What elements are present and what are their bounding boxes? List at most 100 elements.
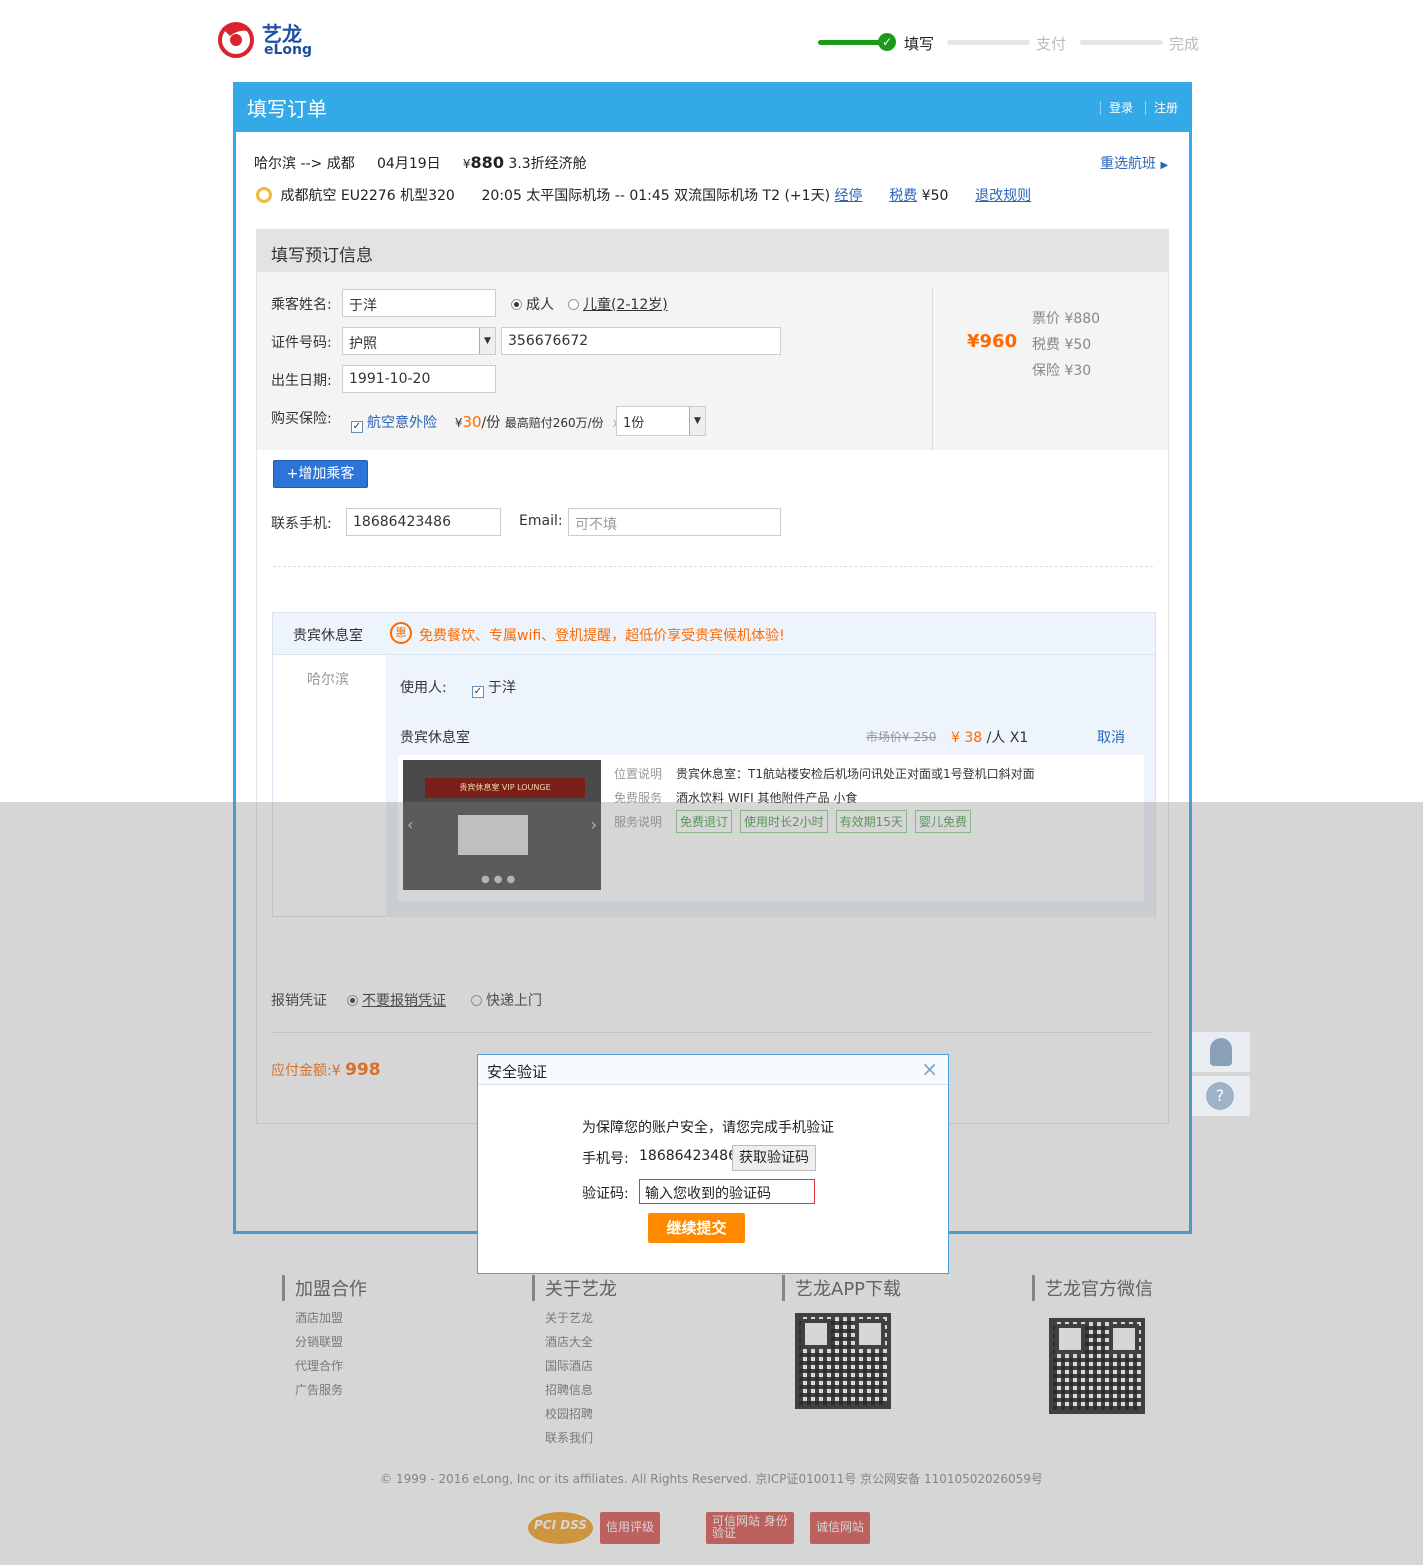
continue-submit-button[interactable]: 继续提交 bbox=[648, 1213, 745, 1243]
login-link[interactable]: 登录 bbox=[1100, 101, 1134, 115]
divider bbox=[273, 566, 1153, 567]
panel-header: 填写订单 登录 注册 bbox=[233, 82, 1192, 132]
passenger-name-input[interactable]: 于洋 bbox=[342, 289, 496, 317]
phone-label: 联系手机: bbox=[271, 516, 332, 532]
price-summary: ¥960 票价 ¥880 税费 ¥50 保险 ¥30 bbox=[932, 288, 1168, 450]
account-links: 登录 注册 bbox=[1092, 99, 1178, 116]
add-passenger-button[interactable]: +增加乘客 bbox=[273, 460, 368, 488]
stopover-link[interactable]: 经停 bbox=[835, 188, 863, 204]
help-icon: ? bbox=[1206, 1082, 1234, 1110]
verification-code-input[interactable]: 输入您收到的验证码 bbox=[639, 1179, 815, 1204]
customer-service-button[interactable] bbox=[1192, 1032, 1250, 1072]
radio-off-icon bbox=[568, 299, 579, 310]
vip-city: 哈尔滨 bbox=[307, 672, 349, 688]
adult-radio[interactable]: 成人 bbox=[511, 294, 554, 314]
step-fill: 填写 bbox=[904, 35, 935, 53]
tax-link[interactable]: 税费 bbox=[889, 188, 917, 204]
checkbox-checked-icon: ✓ bbox=[351, 421, 363, 433]
insurance-qty-value: 1份 bbox=[623, 416, 645, 431]
reselect-flight-link[interactable]: 重选航班 ▶ bbox=[1100, 153, 1168, 173]
flight-detail: 成都航空 EU2276 机型320 20:05 太平国际机场 -- 01:45 … bbox=[256, 185, 1031, 205]
dialog-header: 安全验证 × bbox=[478, 1055, 948, 1085]
step-done: 完成 bbox=[1169, 35, 1200, 53]
flight-route: 哈尔滨 --> 成都 04月19日 ¥880 3.3折经济舱 bbox=[254, 153, 587, 173]
tax-price: 税费 ¥50 bbox=[1032, 337, 1092, 353]
insurance-max: 最高赔付260万/份 bbox=[504, 416, 604, 430]
plus-icon: + bbox=[286, 466, 299, 482]
email-input[interactable]: 可不填 bbox=[568, 508, 781, 536]
child-label: 儿童(2-12岁) bbox=[583, 297, 668, 313]
currency-symbol: ¥ bbox=[462, 157, 471, 171]
insurance-price: 30 bbox=[462, 413, 482, 431]
flight-date: 04月19日 bbox=[377, 156, 441, 172]
logo-text-en: eLong bbox=[264, 42, 313, 58]
location-text: 贵宾休息室：T1航站楼安检后机场问讯处正对面或1号登机口斜对面 bbox=[676, 767, 1035, 781]
user-label: 使用人: bbox=[400, 680, 447, 696]
security-verify-dialog: 安全验证 × 为保障您的账户安全，请您完成手机验证 手机号: 186864234… bbox=[477, 1054, 949, 1274]
plane-type: 机型320 bbox=[400, 188, 455, 204]
help-button[interactable]: ? bbox=[1192, 1076, 1250, 1116]
birth-date-input[interactable]: 1991-10-20 bbox=[342, 365, 496, 393]
vip-qty: X1 bbox=[1009, 730, 1029, 746]
id-label: 证件号码: bbox=[271, 335, 332, 351]
tax-value: ¥50 bbox=[921, 188, 949, 204]
vip-user-checkbox[interactable]: ✓ 于洋 bbox=[472, 677, 516, 698]
child-radio[interactable]: 儿童(2-12岁) bbox=[568, 294, 668, 314]
contact-phone-input[interactable]: 18686423486 bbox=[346, 508, 501, 536]
dialog-message: 为保障您的账户安全，请您完成手机验证 bbox=[582, 1120, 834, 1136]
check-icon: ✓ bbox=[878, 33, 896, 51]
flight-price: 880 bbox=[470, 153, 504, 172]
step-line-done bbox=[818, 40, 884, 45]
dropdown-arrow-icon: ▼ bbox=[479, 328, 495, 354]
elong-logo[interactable]: 艺龙 eLong bbox=[216, 18, 316, 62]
vip-title: 贵宾休息室 bbox=[293, 628, 363, 644]
cancel-vip-link[interactable]: 取消 bbox=[1097, 727, 1125, 747]
name-label: 乘客姓名: bbox=[271, 297, 332, 313]
vip-header: 贵宾休息室 惠 免费餐饮、专属wifi、登机提醒，超低价享受贵宾候机体验! bbox=[273, 613, 1155, 655]
vip-price-unit: /人 bbox=[986, 730, 1006, 746]
discount-icon: 惠 bbox=[390, 622, 412, 644]
insurance-label: 购买保险: bbox=[271, 411, 332, 427]
id-type-value: 护照 bbox=[349, 336, 377, 352]
vip-promo: 免费餐饮、专属wifi、登机提醒，超低价享受贵宾候机体验! bbox=[419, 628, 785, 644]
email-placeholder: 可不填 bbox=[575, 517, 617, 533]
adult-label: 成人 bbox=[526, 297, 554, 313]
dialog-phone-label: 手机号: bbox=[582, 1151, 629, 1167]
fare-price: 票价 ¥880 bbox=[1032, 311, 1101, 327]
add-passenger-label: 增加乘客 bbox=[298, 466, 355, 482]
customer-service-icon bbox=[1210, 1038, 1232, 1066]
location-label: 位置说明 bbox=[614, 767, 663, 781]
dialog-title: 安全验证 bbox=[487, 1063, 548, 1081]
insurance-qty-select[interactable]: 1份 ▼ bbox=[616, 406, 706, 436]
elong-dragon-icon bbox=[218, 22, 254, 58]
get-code-button[interactable]: 获取验证码 bbox=[732, 1145, 816, 1171]
dialog-code-label: 验证码: bbox=[582, 1186, 629, 1202]
step-line bbox=[1080, 40, 1163, 45]
vip-price: ¥ 38 /人 X1 bbox=[951, 727, 1028, 747]
insurance-fee: 保险 ¥30 bbox=[1032, 363, 1092, 379]
dialog-phone: 18686423486 bbox=[639, 1148, 737, 1164]
airline-icon bbox=[256, 187, 272, 203]
market-price: 市场价¥ 250 bbox=[866, 730, 937, 744]
register-link[interactable]: 注册 bbox=[1144, 101, 1178, 115]
reselect-label: 重选航班 bbox=[1100, 156, 1156, 172]
booking-header: 填写预订信息 bbox=[257, 230, 1168, 272]
close-icon[interactable]: × bbox=[921, 1057, 938, 1081]
chevron-right-icon: ▶ bbox=[1160, 160, 1169, 171]
vip-user-name: 于洋 bbox=[488, 680, 516, 696]
flight-schedule: 20:05 太平国际机场 -- 01:45 双流国际机场 T2 (+1天) bbox=[481, 188, 831, 204]
insurance-checkbox[interactable]: ✓航空意外险 ¥30/份 最高赔付260万/份 x bbox=[351, 412, 620, 433]
id-type-select[interactable]: 护照 ▼ bbox=[342, 327, 496, 355]
dropdown-arrow-icon: ▼ bbox=[689, 407, 705, 435]
insurance-name: 航空意外险 bbox=[367, 415, 437, 431]
progress-steps: ✓ 填写 支付 完成 bbox=[818, 30, 1208, 56]
room-name: 贵宾休息室 bbox=[400, 730, 470, 746]
airline-flight: 成都航空 EU2276 bbox=[280, 188, 396, 204]
step-line bbox=[947, 40, 1030, 45]
total-price: ¥960 bbox=[967, 331, 1018, 352]
refund-rules-link[interactable]: 退改规则 bbox=[975, 188, 1031, 204]
page-title: 填写订单 bbox=[247, 97, 327, 121]
passenger-section: 乘客姓名: 于洋 成人 儿童(2-12岁) 证件号码: 护照 ▼ 3566766… bbox=[257, 272, 1168, 450]
id-number-input[interactable]: 356676672 bbox=[501, 327, 781, 355]
radio-on-icon bbox=[511, 299, 522, 310]
